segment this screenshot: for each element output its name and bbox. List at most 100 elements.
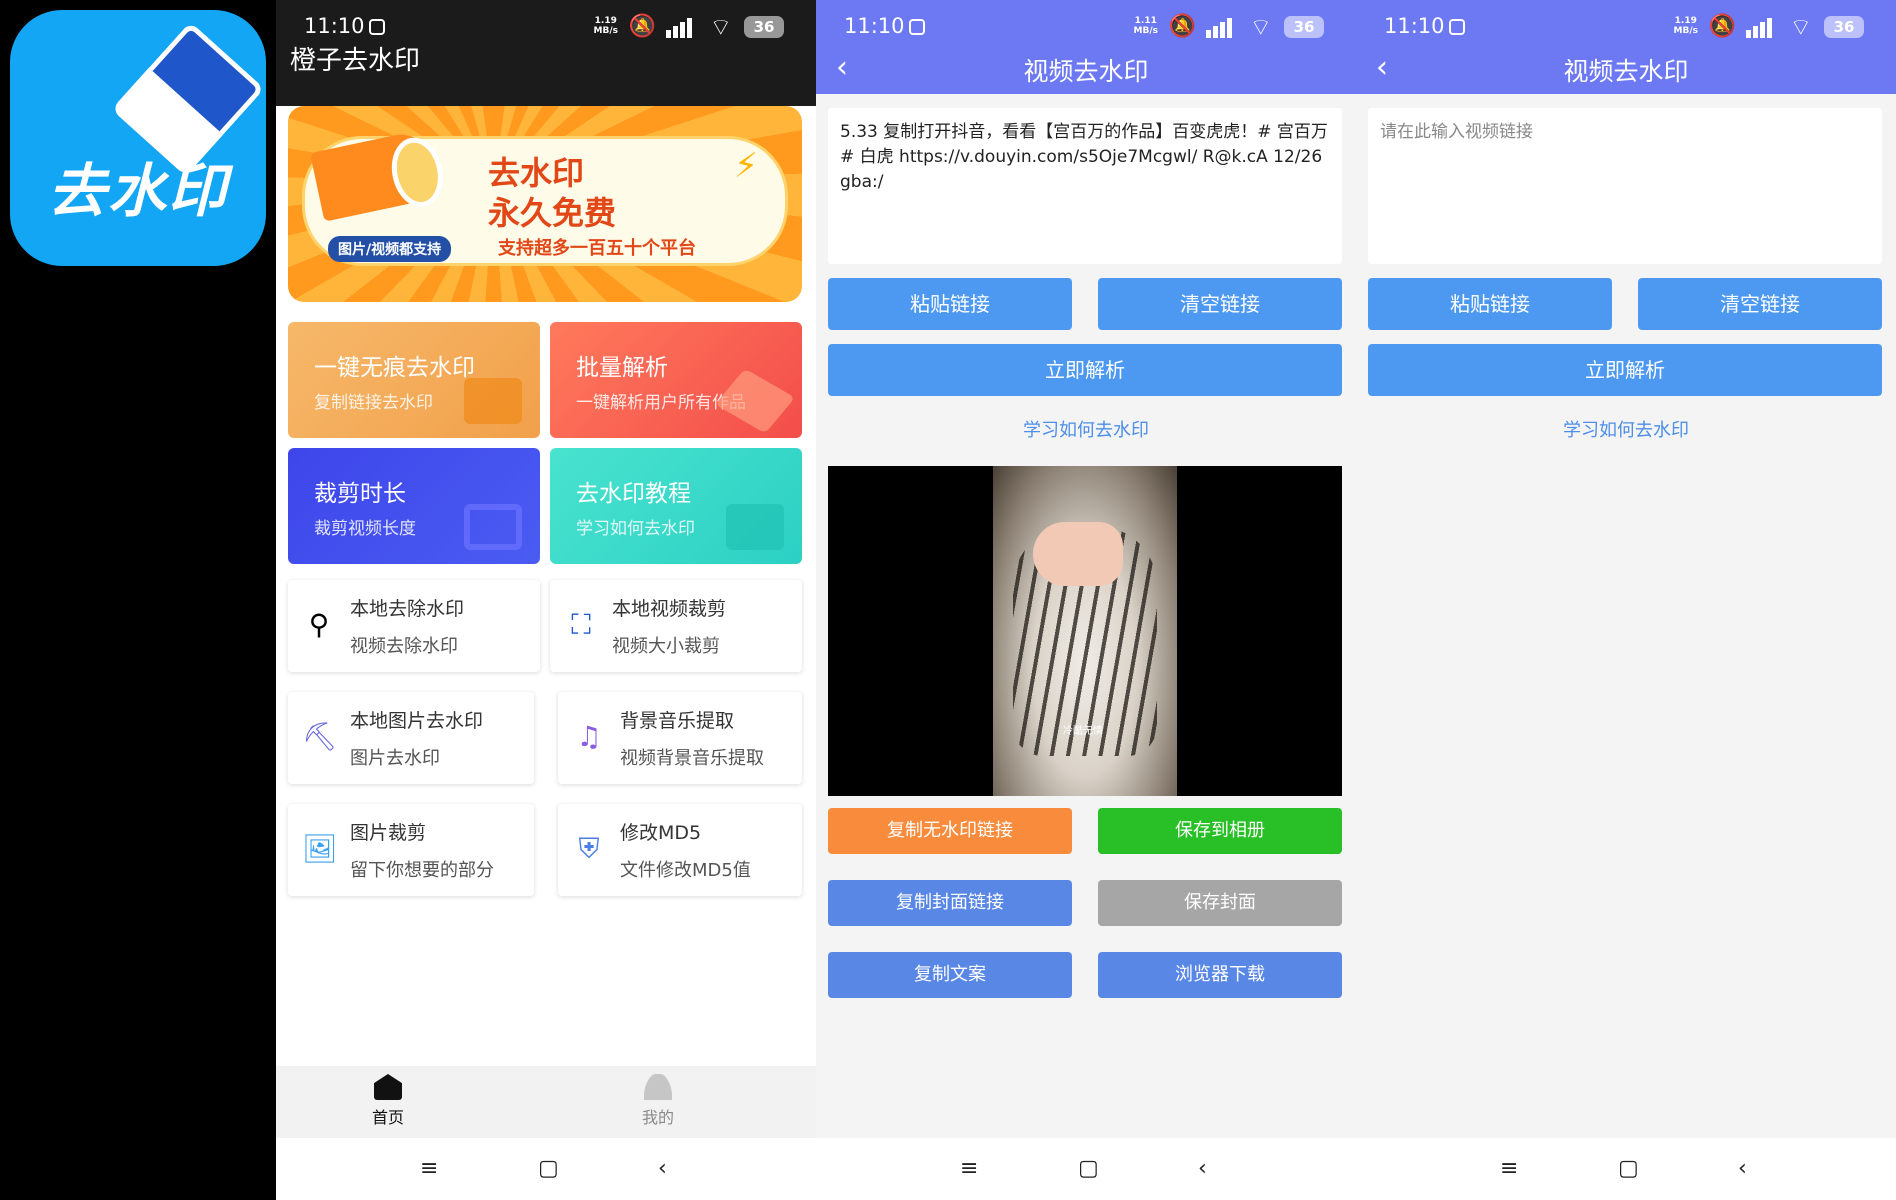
video-watermark-result-screen: ‹ 视频去水印 11:10 1.11 MB/s 🔕 ⌔ 36 5.33 复制打开抖… [816,0,1356,1200]
tool-image-crop[interactable]: 🖼 图片裁剪 留下你想要的部分 [288,804,534,896]
promo-banner[interactable]: 去水印 永久免费 图片/视频都支持 支持超多一百五十个平台 ⚡ [288,106,802,302]
copy-clean-link-button[interactable]: 复制无水印链接 [828,808,1072,854]
card-subtitle: 裁剪视频长度 [314,519,416,539]
tool-title: 本地去除水印 [350,598,465,620]
tool-subtitle: 视频背景音乐提取 [620,748,764,769]
system-nav-bar: ≡ ▢ ‹ [816,1138,1356,1200]
back-nav-icon[interactable]: ‹ [1738,1156,1747,1181]
battery-icon: 36 [1284,16,1324,38]
clear-link-button[interactable]: 清空链接 [1098,278,1342,330]
video-watermark-text: 冷酷无情 [1063,726,1103,737]
card-title: 批量解析 [576,355,668,381]
tool-title: 图片裁剪 [350,822,427,844]
page-title: 视频去水印 [1563,57,1689,86]
clapperboard-icon [464,378,522,424]
home-nav-icon[interactable]: ▢ [1618,1156,1639,1181]
tool-subtitle: 视频去除水印 [350,636,458,657]
parse-now-button[interactable]: 立即解析 [828,344,1342,396]
tool-subtitle: 文件修改MD5值 [620,860,751,881]
home-nav-icon[interactable]: ▢ [1078,1156,1099,1181]
battery-level: 36 [1293,18,1315,36]
book-icon [726,504,784,550]
tool-local-remove-watermark[interactable]: ⚲ 本地去除水印 视频去除水印 [288,580,540,672]
tool-local-image-watermark[interactable]: ⛏ 本地图片去水印 图片去水印 [288,692,534,784]
notification-icon [368,19,385,35]
copy-cover-link-button[interactable]: 复制封面链接 [828,880,1072,926]
music-note-icon: ♫ [576,720,602,753]
stamp-icon: ⚲ [308,608,330,641]
card-title: 一键无痕去水印 [314,355,475,381]
video-link-input[interactable]: 请在此输入视频链接 [1368,108,1882,264]
card-remove-watermark[interactable]: 一键无痕去水印 复制链接去水印 [288,322,540,438]
tool-title: 本地图片去水印 [350,710,484,732]
shield-icon: ⛨ [578,832,600,865]
system-nav-bar: ≡ ▢ ‹ [276,1138,816,1200]
status-time: 11:10 [1384,14,1445,38]
menu-icon[interactable]: ≡ [960,1156,978,1181]
video-watermark-empty-screen: ‹ 视频去水印 11:10 1.19 MB/s 🔕 ⌔ 36 请在此输入视频链接 … [1356,0,1896,1200]
network-speed: 1.19 MB/s [1673,16,1698,36]
lightning-icon: ⚡ [734,146,758,186]
tab-label: 首页 [371,1108,404,1127]
status-time: 11:10 [844,14,905,38]
home-screen: 11:10 1.19 MB/s 🔕 ⌔ 36 橙子去水印 去水印 永久免费 图片/… [276,0,816,1200]
tool-title: 背景音乐提取 [620,710,735,732]
signal-icon [1746,16,1776,38]
card-batch-parse[interactable]: 批量解析 一键解析用户所有作品 [550,322,802,438]
clear-link-button[interactable]: 清空链接 [1638,278,1882,330]
tab-home[interactable]: 首页 [328,1074,448,1128]
card-subtitle: 学习如何去水印 [576,519,695,539]
tool-modify-md5[interactable]: ⛨ 修改MD5 文件修改MD5值 [558,804,802,896]
tool-subtitle: 视频大小裁剪 [612,636,720,657]
menu-icon[interactable]: ≡ [1500,1156,1518,1181]
banner-subtitle: 支持超多一百五十个平台 [498,238,696,259]
status-time: 11:10 [304,14,365,38]
bottom-tab-bar: 首页 我的 [276,1066,816,1138]
home-nav-icon[interactable]: ▢ [538,1156,559,1181]
video-frame: 冷酷无情 [993,466,1177,796]
banner-line2: 永久免费 [488,194,617,232]
network-speed: 1.11 MB/s [1133,16,1158,36]
notification-icon [1448,19,1465,35]
user-icon [644,1074,672,1100]
status-bar: 11:10 1.19 MB/s 🔕 ⌔ 36 [1356,0,1896,54]
paint-roller-icon: ⛏ [302,720,338,753]
layers-icon [714,368,796,434]
paste-link-button[interactable]: 粘贴链接 [828,278,1072,330]
save-to-album-button[interactable]: 保存到相册 [1098,808,1342,854]
learn-link[interactable]: 学习如何去水印 [1356,416,1896,442]
browser-download-button[interactable]: 浏览器下载 [1098,952,1342,998]
app-icon: 去水印 [10,10,266,266]
crop-icon [464,504,522,550]
image-icon: 🖼 [302,832,338,865]
parse-now-button[interactable]: 立即解析 [1368,344,1882,396]
copy-caption-button[interactable]: 复制文案 [828,952,1072,998]
save-cover-button[interactable]: 保存封面 [1098,880,1342,926]
battery-level: 36 [1833,18,1855,36]
tab-mine[interactable]: 我的 [598,1074,718,1128]
mute-icon: 🔕 [1168,14,1196,39]
tool-title: 修改MD5 [620,822,702,844]
page-title: 视频去水印 [1023,57,1149,86]
tool-music-extract[interactable]: ♫ 背景音乐提取 视频背景音乐提取 [558,692,802,784]
network-speed: 1.19 MB/s [593,16,618,36]
back-nav-icon[interactable]: ‹ [658,1156,667,1181]
status-bar: 11:10 1.11 MB/s 🔕 ⌔ 36 [816,0,1356,54]
card-tutorial[interactable]: 去水印教程 学习如何去水印 [550,448,802,564]
video-preview[interactable]: 冷酷无情 [828,466,1342,796]
mute-icon: 🔕 [628,14,656,39]
mute-icon: 🔕 [1708,14,1736,39]
learn-link[interactable]: 学习如何去水印 [816,416,1356,442]
tool-title: 本地视频裁剪 [612,598,727,620]
card-trim-duration[interactable]: 裁剪时长 裁剪视频长度 [288,448,540,564]
paste-link-button[interactable]: 粘贴链接 [1368,278,1612,330]
wifi-icon: ⌔ [1789,13,1812,41]
menu-icon[interactable]: ≡ [420,1156,438,1181]
video-link-input[interactable]: 5.33 复制打开抖音，看看【宫百万的作品】百变虎虎！# 宫百万 # 白虎 ht… [828,108,1342,264]
card-title: 裁剪时长 [314,481,406,507]
tab-label: 我的 [641,1108,674,1127]
app-icon-label: 去水印 [47,157,228,225]
battery-level: 36 [753,18,775,36]
back-nav-icon[interactable]: ‹ [1198,1156,1207,1181]
tool-local-video-crop[interactable]: ⛶ 本地视频裁剪 视频大小裁剪 [550,580,802,672]
